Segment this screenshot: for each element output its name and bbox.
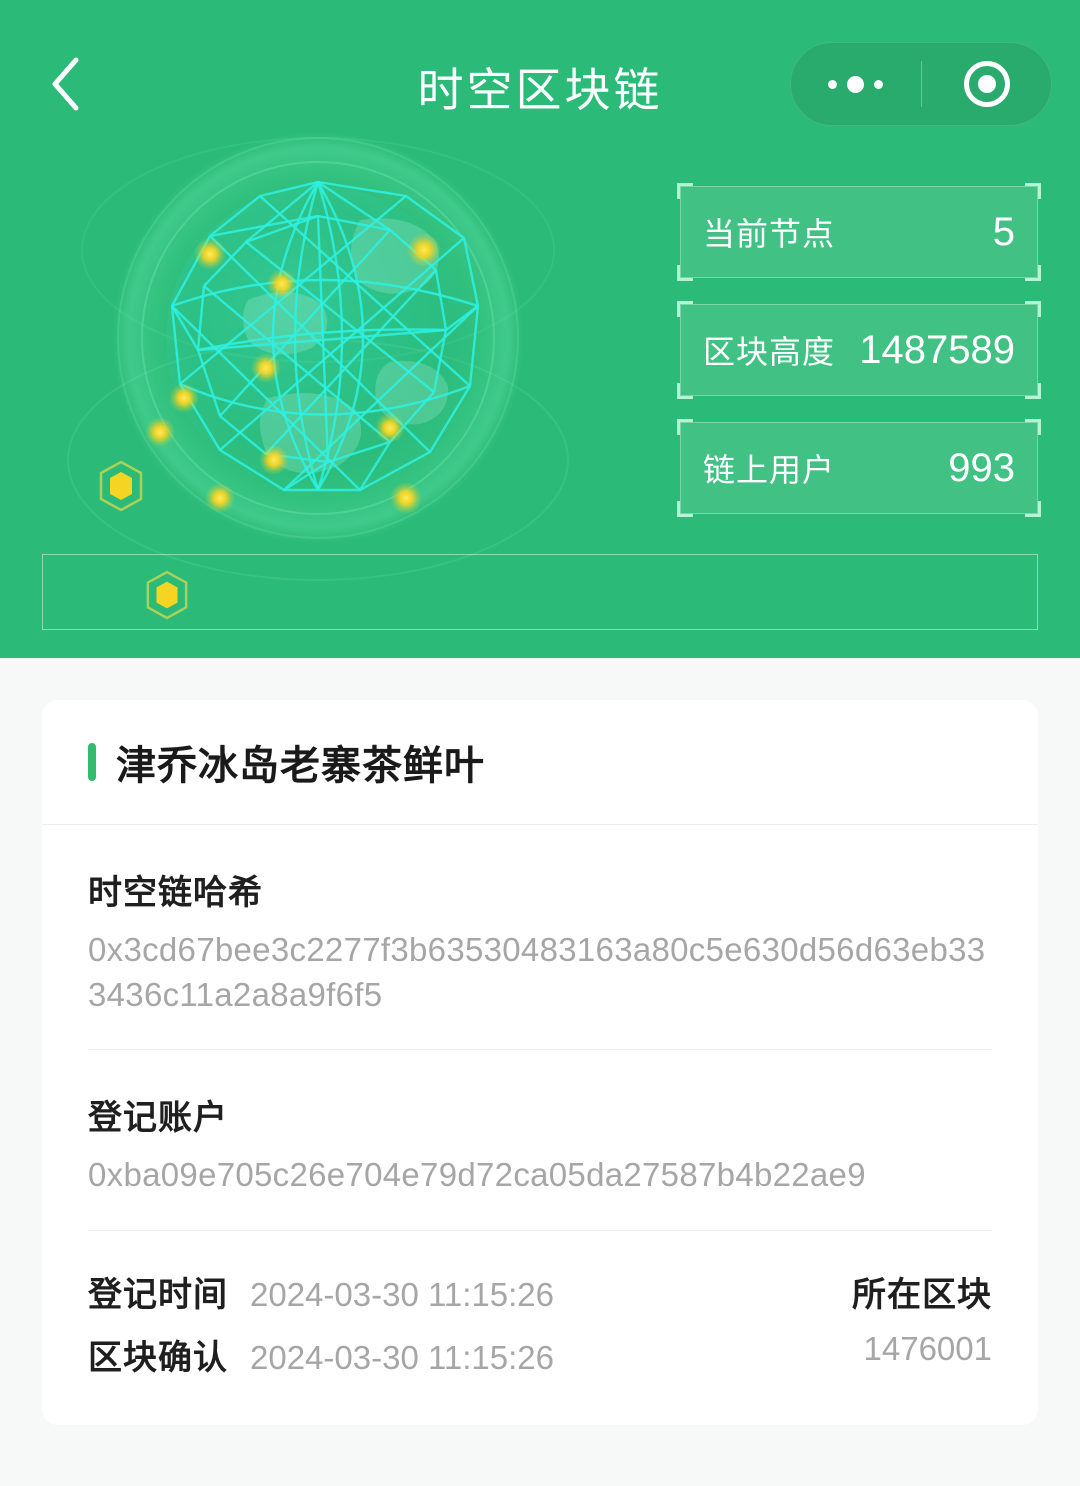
trace-detail-card: 津乔冰岛老寨茶鲜叶 时空链哈希 0x3cd67bee3c2277f3b63530… [42, 700, 1038, 1425]
stat-label: 链上用户 [703, 452, 836, 488]
meta-value: 1476001 [863, 1329, 992, 1367]
miniprogram-capsule [790, 42, 1052, 126]
field-value[interactable]: 0x3cd67bee3c2277f3b63530483163a80c5e630d… [88, 928, 992, 1017]
field-value[interactable]: 0xba09e705c26e704e79d72ca05da27587b4b22a… [88, 1153, 992, 1198]
corner-bracket [1025, 183, 1041, 199]
meta-label: 区块确认 [88, 1338, 228, 1377]
field-label: 时空链哈希 [88, 874, 263, 912]
meta-label: 所在区块 [852, 1275, 992, 1314]
app-screen: 时空区块链 当前节点 5 区块高度 1487589 链上用户 993 津乔冰岛老… [0, 0, 1080, 1486]
meta-row-block-confirm: 区块确认 2024-03-30 11:15:26 [88, 1330, 554, 1379]
navigation-bar: 时空区块链 [0, 0, 1080, 170]
stat-label: 当前节点 [703, 216, 836, 252]
more-dots-icon [827, 75, 883, 93]
title-accent-bar [88, 743, 96, 781]
corner-bracket [1025, 383, 1041, 399]
stat-card-current-nodes[interactable]: 当前节点 5 [677, 183, 1041, 281]
corner-bracket [677, 265, 693, 281]
stat-card-block-height[interactable]: 区块高度 1487589 [677, 301, 1041, 399]
stat-card-chain-users[interactable]: 链上用户 993 [677, 419, 1041, 517]
corner-bracket [677, 183, 693, 199]
stats-panel: 当前节点 5 区块高度 1487589 链上用户 993 [677, 183, 1041, 517]
corner-bracket [1025, 419, 1041, 435]
meta-value: 2024-03-30 11:15:26 [250, 1338, 554, 1376]
stat-label: 区块高度 [703, 334, 836, 370]
meta-row-register-time: 登记时间 2024-03-30 11:15:26 [88, 1267, 554, 1316]
meta-section: 登记时间 2024-03-30 11:15:26 区块确认 2024-03-30… [42, 1231, 1038, 1425]
hero-bottom-bar [42, 554, 1038, 630]
back-button[interactable] [34, 48, 96, 120]
corner-bracket [1025, 501, 1041, 517]
close-miniprogram-button[interactable] [922, 42, 1053, 126]
corner-bracket [1025, 265, 1041, 281]
stat-value: 5 [992, 209, 1015, 254]
target-circle-icon [963, 61, 1010, 107]
product-title: 津乔冰岛老寨茶鲜叶 [116, 744, 485, 788]
product-title-row: 津乔冰岛老寨茶鲜叶 [42, 700, 1038, 824]
hexagon-node-icon [98, 460, 144, 517]
hero-header: 时空区块链 当前节点 5 区块高度 1487589 链上用户 993 [0, 0, 1080, 658]
meta-left-column: 登记时间 2024-03-30 11:15:26 区块确认 2024-03-30… [88, 1267, 554, 1379]
network-globe-icon [60, 130, 620, 600]
corner-bracket [677, 383, 693, 399]
content-area: 津乔冰岛老寨茶鲜叶 时空链哈希 0x3cd67bee3c2277f3b63530… [0, 658, 1080, 1486]
chevron-left-icon [48, 55, 82, 113]
field-chain-hash: 时空链哈希 0x3cd67bee3c2277f3b63530483163a80c… [42, 825, 1038, 1049]
field-label: 登记账户 [88, 1099, 228, 1138]
stat-value: 1487589 [859, 327, 1015, 372]
meta-right-column: 所在区块 1476001 [852, 1267, 992, 1368]
corner-bracket [677, 419, 693, 435]
corner-bracket [677, 501, 693, 517]
meta-label: 登记时间 [88, 1275, 228, 1314]
corner-bracket [677, 301, 693, 317]
corner-bracket [1025, 301, 1041, 317]
stat-value: 993 [948, 445, 1015, 490]
meta-value: 2024-03-30 11:15:26 [250, 1275, 554, 1313]
more-menu-button[interactable] [790, 42, 921, 126]
field-register-account: 登记账户 0xba09e705c26e704e79d72ca05da27587b… [42, 1050, 1038, 1230]
